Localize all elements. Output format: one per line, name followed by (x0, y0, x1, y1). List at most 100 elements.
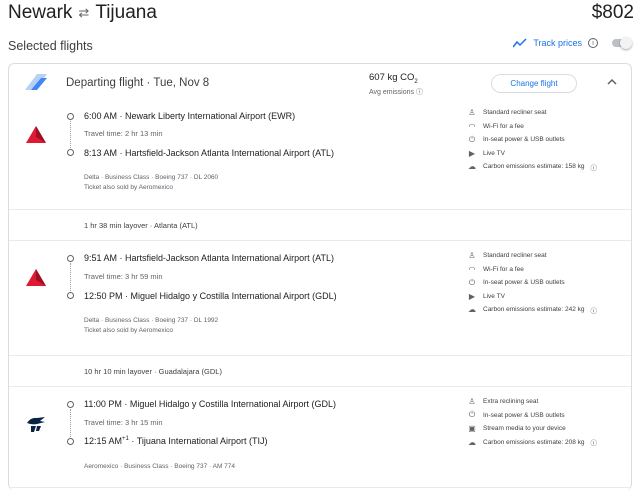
arrival-time: 12:15 AM (84, 436, 123, 446)
timeline-line (70, 263, 71, 291)
arrival-stop: 12:50 PM · Miguel Hidalgo y Costilla Int… (84, 291, 337, 301)
departing-date: Tue, Nov 8 (153, 77, 210, 89)
flight-details-line: Delta · Business Class · Boeing 737 · DL… (84, 317, 219, 324)
amenity-text: In-seat power & USB outlets (483, 411, 565, 419)
departure-time: 6:00 AM (84, 111, 118, 121)
amenity-text: Wi-Fi for a fee (483, 265, 524, 273)
also-sold-by: Ticket also sold by Aeromexico (84, 327, 173, 334)
amenity-text: Live TV (483, 149, 505, 157)
emissions-caption: Avg emissions (369, 88, 415, 96)
also-sold-by: Ticket also sold by Aeromexico (84, 184, 173, 191)
amenity-text: Carbon emissions estimate: 208 kg (483, 438, 585, 446)
seat-icon: ♙ (468, 397, 476, 407)
amenity-text: Stream media to your device (483, 425, 566, 433)
amenity-text: Live TV (483, 292, 505, 300)
amenity-item: ⏻ In-seat power & USB outlets (467, 276, 631, 290)
average-emissions: 607 kg CO2 Avg emissions ⓘ (369, 72, 423, 97)
arrival-stop: 12:15 AM+1 · Tijuana International Airpo… (84, 436, 268, 446)
airline-logo-icon (25, 74, 47, 90)
delta-logo-icon (26, 126, 46, 143)
seat-icon: ♙ (468, 251, 476, 261)
departure-airport: Hartsfield-Jackson Atlanta International… (125, 253, 334, 263)
emissions-subscript: 2 (414, 78, 418, 85)
tv-icon: ▶ (468, 291, 476, 301)
flight-details: Delta · Business Class · Boeing 737 · DL… (84, 173, 218, 193)
chevron-up-icon[interactable] (607, 77, 617, 87)
amenity-text: In-seat power & USB outlets (483, 279, 565, 287)
info-icon[interactable]: ⓘ (591, 162, 598, 172)
flight-details: Delta · Business Class · Boeing 737 · DL… (84, 316, 218, 336)
seat-icon: ♙ (468, 108, 476, 118)
timeline-line (70, 121, 71, 148)
departing-flight-row[interactable]: Departing flight · Tue, Nov 8 607 kg CO2… (9, 64, 631, 104)
arrival-time: 12:50 PM (84, 291, 123, 301)
amenity-text: Extra reclining seat (483, 398, 539, 406)
flight-segment: 6:00 AM · Newark Liberty International A… (9, 104, 631, 209)
track-prices-toggle[interactable] (612, 37, 632, 49)
power-icon: ⏻ (468, 277, 476, 287)
amenity-item: ▶ Live TV (467, 147, 631, 161)
wifi-icon: ◠ (468, 264, 476, 274)
route-title: Newark ⇄ Tijuana (8, 2, 157, 24)
departure-airport: Newark Liberty International Airport (EW… (125, 111, 296, 121)
wifi-icon: ◠ (468, 121, 476, 131)
departing-flight-title: Departing flight · Tue, Nov 8 (66, 77, 210, 89)
co2-icon: ☁ (468, 305, 476, 315)
stream-icon: ▣ (468, 424, 476, 434)
aeromexico-logo-icon (27, 417, 45, 432)
departing-label: Departing flight (66, 77, 144, 89)
amenity-text: Standard recliner seat (483, 109, 547, 117)
departure-stop: 9:51 AM · Hartsfield-Jackson Atlanta Int… (84, 253, 334, 263)
flight-segment: 9:51 AM · Hartsfield-Jackson Atlanta Int… (9, 241, 631, 352)
amenity-text: Carbon emissions estimate: 158 kg (483, 163, 585, 171)
power-icon: ⏻ (468, 134, 476, 144)
trip-header: Newark ⇄ Tijuana $802 (8, 0, 636, 30)
amenity-item: ⏻ In-seat power & USB outlets (467, 409, 631, 423)
travel-time: Travel time: 2 hr 13 min (84, 129, 163, 138)
co2-icon: ☁ (468, 437, 476, 447)
amenity-text: Standard recliner seat (483, 252, 547, 260)
layover-text: 1 hr 38 min layover · Atlanta (ATL) (84, 221, 198, 230)
next-day-indicator: +1 (122, 436, 129, 442)
tv-icon: ▶ (468, 148, 476, 158)
info-icon[interactable]: ⓘ (591, 437, 598, 447)
power-icon: ⏻ (468, 410, 476, 420)
amenity-item: ◠ Wi-Fi for a fee (467, 263, 631, 277)
departure-dot (67, 113, 74, 120)
amenity-item: ☁ Carbon emissions estimate: 242 kg ⓘ (467, 303, 631, 317)
divider (9, 487, 631, 488)
amenity-item: ⏻ In-seat power & USB outlets (467, 133, 631, 147)
info-icon[interactable]: ⓘ (591, 305, 598, 315)
co2-icon: ☁ (468, 162, 476, 172)
selected-flight-card: Departing flight · Tue, Nov 8 607 kg CO2… (8, 63, 632, 490)
track-prices-label: Track prices (533, 38, 582, 48)
amenities-list: ♙ Extra reclining seat ⏻ In-seat power & U… (467, 395, 631, 449)
departure-stop: 6:00 AM · Newark Liberty International A… (84, 111, 296, 121)
arrival-airport: Miguel Hidalgo y Costilla International … (130, 291, 337, 301)
delta-logo-icon (26, 269, 46, 286)
info-icon[interactable]: ⓘ (416, 89, 423, 96)
arrival-airport: Tijuana International Airport (TIJ) (136, 436, 268, 446)
amenity-item: ♙ Standard recliner seat (467, 106, 631, 120)
departure-dot (67, 401, 74, 408)
change-flight-button[interactable]: Change flight (491, 74, 577, 93)
amenity-item: ☁ Carbon emissions estimate: 158 kg ⓘ (467, 160, 631, 174)
layover-row: 1 hr 38 min layover · Atlanta (ATL) (9, 209, 631, 241)
departure-airport: Miguel Hidalgo y Costilla International … (129, 399, 336, 409)
arrival-dot (67, 292, 74, 299)
swap-arrows-icon: ⇄ (78, 5, 90, 20)
origin-city: Newark (8, 2, 73, 23)
total-price: $802 (591, 2, 634, 23)
track-prices[interactable]: Track prices i (513, 37, 632, 49)
amenity-item: ♙ Standard recliner seat (467, 249, 631, 263)
info-icon[interactable]: i (588, 38, 598, 48)
amenity-item: ▶ Live TV (467, 290, 631, 304)
travel-time: Travel time: 3 hr 59 min (84, 272, 163, 281)
amenities-list: ♙ Standard recliner seat ◠ Wi-Fi for a fee… (467, 249, 631, 317)
amenity-text: In-seat power & USB outlets (483, 136, 565, 144)
amenity-item: ◠ Wi-Fi for a fee (467, 120, 631, 134)
arrival-dot (67, 438, 74, 445)
flight-details-line: Delta · Business Class · Boeing 737 · DL… (84, 174, 219, 181)
travel-time: Travel time: 3 hr 15 min (84, 418, 163, 427)
layover-row: 10 hr 10 min layover · Guadalajara (GDL) (9, 355, 631, 387)
